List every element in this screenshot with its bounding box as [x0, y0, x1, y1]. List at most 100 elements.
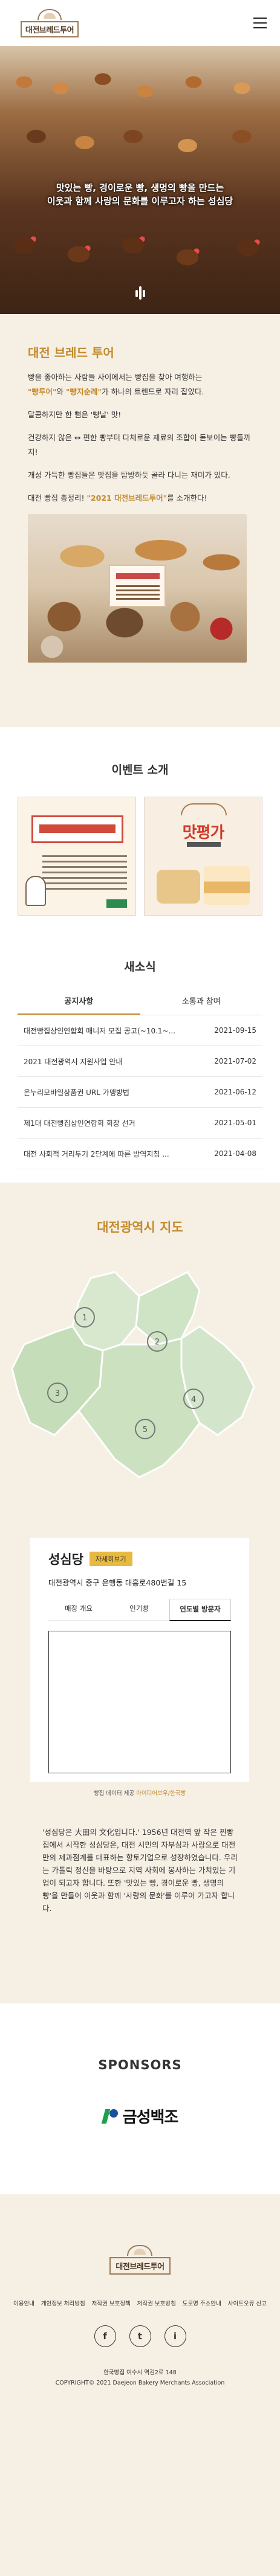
events-grid: 맛평가	[0, 797, 280, 916]
map-marker-label-3: 3	[55, 1389, 60, 1398]
intro-paragraph-4: 개성 가득한 빵집들은 맛집을 탐방하듯 골라 다니는 재미가 있다.	[28, 471, 230, 480]
intro-p1-rest: 가 하나의 트렌드로 자리 잡았다.	[102, 387, 204, 396]
news-title: 새소식	[124, 960, 156, 974]
footer-logo[interactable]: 대전브레드투어	[109, 2245, 171, 2275]
map-data-credit: 빵집 데이터 제공 아이디어보우/한국빵	[30, 1788, 249, 1797]
news-tabs: 공지사항 소통과 참여	[18, 989, 262, 1015]
sponsors-title: SPONSORS	[98, 2058, 182, 2072]
map-section: 대전광역시 지도 1 2 3 4 5 성심당 자세히보기 대전광역시 중구 은행…	[0, 1183, 280, 1826]
intro-p1-lead: 빵을 좋아하는 사람들 사이에서는 빵집을 찾아 여행하는	[28, 373, 203, 382]
tab-community[interactable]: 소통과 참여	[140, 989, 263, 1015]
map-credit-link[interactable]: 아이디어보우/한국빵	[136, 1790, 186, 1797]
hamburger-menu-icon[interactable]	[253, 18, 267, 28]
news-row[interactable]: 대전빵집상인연합회 매니저 모집 공고(~10.1~... 2021-09-15	[18, 1015, 262, 1046]
news-row[interactable]: 2021 대전광역시 지원사업 안내 2021-07-02	[18, 1046, 262, 1077]
intro-bread-photo	[28, 514, 247, 663]
tab-notices[interactable]: 공지사항	[18, 989, 140, 1015]
intro-highlight-bbangji: "빵지순례"	[66, 387, 102, 396]
event-1-banner	[31, 815, 123, 843]
intro-highlight-2021: "2021 대전브레드투어"	[86, 493, 168, 503]
instagram-icon[interactable]: i	[164, 2325, 186, 2347]
events-title: 이벤트 소개	[111, 763, 169, 777]
twitter-icon[interactable]: t	[129, 2325, 151, 2347]
intro-p5-lead: 대전 빵집 총정리!	[28, 493, 87, 503]
footer-links: 이용안내 개인정보 처리방침 저작권 보호정책 저작권 보호방침 도로명 주소안…	[0, 2299, 280, 2307]
intro-paragraph-3: 건강하지 않은 ↔ 편한 빵부터 다채로운 재료의 조합이 돋보이는 빵들까지!	[28, 433, 251, 457]
site-logo[interactable]: 대전브레드투어	[17, 8, 82, 37]
footer-link-privacy[interactable]: 개인정보 처리방침	[41, 2299, 85, 2307]
hamburger-line	[253, 22, 267, 24]
intro-paragraph-5: 대전 빵집 총정리! "2021 대전브레드투어"를 소개한다!	[28, 491, 252, 506]
logo-text: 대전브레드투어	[20, 21, 79, 37]
hamburger-line	[253, 27, 267, 28]
news-row-title: 2021 대전광역시 지원사업 안내	[24, 1057, 123, 1066]
news-row-title: 대전 사회적 거리두기 2단계에 따른 방역지침 ...	[24, 1149, 169, 1158]
footer-link-copyright-guideline[interactable]: 저작권 보호방침	[137, 2299, 176, 2307]
map-credit-lead: 빵집 데이터 제공	[93, 1790, 137, 1797]
site-header: 대전브레드투어	[0, 0, 280, 46]
tab-yearly-visitors[interactable]: 연도별 방문자	[169, 1599, 231, 1621]
event-card-1[interactable]	[18, 797, 136, 916]
intro-highlight-bbang-tour: "빵투어"	[28, 387, 57, 396]
news-row[interactable]: 대전 사회적 거리두기 2단계에 따른 방역지침 ... 2021-04-08	[18, 1139, 262, 1169]
news-row-date: 2021-05-01	[214, 1119, 256, 1127]
store-detail-button[interactable]: 자세히보기	[89, 1552, 132, 1566]
district-region-1[interactable]	[71, 1271, 140, 1352]
map-marker-label-5: 5	[143, 1425, 148, 1434]
hero-line-1: 맛있는 빵, 경이로운 빵, 생명의 빵을 만드는	[56, 182, 224, 193]
map-marker-label-2: 2	[155, 1338, 160, 1347]
news-row-date: 2021-09-15	[214, 1026, 256, 1035]
news-row-date: 2021-06-12	[214, 1088, 256, 1096]
chef-icon	[25, 876, 46, 906]
store-tabs: 매장 개요 인기빵 연도별 방문자	[48, 1599, 231, 1621]
footer-link-road-address[interactable]: 도로명 주소안내	[183, 2299, 221, 2307]
news-list: 대전빵집상인연합회 매니저 모집 공고(~10.1~... 2021-09-15…	[18, 1015, 262, 1169]
footer-logo-arch-icon	[127, 2245, 153, 2256]
tab-popular-bread[interactable]: 인기빵	[109, 1599, 169, 1621]
news-row[interactable]: 제1대 대전빵집상인연합회 회장 선거 2021-05-01	[18, 1108, 262, 1139]
news-section: 새소식 공지사항 소통과 참여 대전빵집상인연합회 매니저 모집 공고(~10.…	[0, 930, 280, 1183]
event-card-2[interactable]: 맛평가	[144, 797, 262, 916]
footer-link-copyright-policy[interactable]: 저작권 보호정책	[92, 2299, 131, 2307]
event-2-cake-image	[204, 866, 250, 905]
news-row[interactable]: 온누리모바일상품권 URL 가맹방법 2021-06-12	[18, 1077, 262, 1108]
news-row-date: 2021-04-08	[214, 1149, 256, 1158]
intro-p5-tail: 를 소개한다!	[167, 493, 207, 503]
site-footer: 대전브레드투어 이용안내 개인정보 처리방침 저작권 보호정책 저작권 보호방침…	[0, 2194, 280, 2576]
map-marker-label-1: 1	[82, 1314, 87, 1323]
footer-address: 한국빵집 여수시 역검2로 148	[103, 2369, 177, 2376]
store-info-card: 성심당 자세히보기 대전광역시 중구 은행동 대흥로480번길 15 매장 개요…	[30, 1538, 249, 1782]
sponsors-section: SPONSORS 금성백조	[0, 2003, 280, 2194]
news-row-title: 온누리모바일상품권 URL 가맹방법	[24, 1088, 129, 1097]
store-name: 성심당	[48, 1552, 83, 1567]
footer-link-report-error[interactable]: 사이트오류 신고	[228, 2299, 267, 2307]
hamburger-line	[253, 18, 267, 19]
event-2-title: 맛평가	[182, 824, 225, 842]
intro-photo-poster	[109, 565, 166, 607]
event-2-subtitle-bar	[187, 842, 221, 847]
store-chart-frame	[48, 1631, 231, 1773]
event-1-badge	[106, 899, 127, 908]
map-title: 대전광역시 지도	[97, 1220, 183, 1235]
daejeon-district-map: 1 2 3 4 5	[11, 1271, 255, 1479]
map-marker-label-4: 4	[191, 1395, 196, 1404]
sponsor-logo[interactable]: 금성백조	[0, 2105, 280, 2127]
intro-title: 대전 브레드 투어	[28, 345, 114, 360]
hero-tagline: 맛있는 빵, 경이로운 빵, 생명의 빵을 만드는 이웃과 함께 사랑의 문화를…	[0, 181, 280, 208]
logo-arch-icon	[37, 8, 62, 20]
store-header: 성심당 자세히보기	[48, 1550, 231, 1568]
news-row-title: 대전빵집상인연합회 매니저 모집 공고(~10.1~...	[24, 1026, 176, 1035]
footer-copyright: COPYRIGHT© 2021 Daejeon Bakery Merchants…	[55, 2380, 225, 2386]
hero-bakery-photo	[0, 46, 280, 314]
footer-link-usage[interactable]: 이용안내	[13, 2299, 34, 2307]
news-row-date: 2021-07-02	[214, 1057, 256, 1065]
tab-store-overview[interactable]: 매장 개요	[48, 1599, 109, 1621]
event-2-logo-arch	[181, 803, 227, 815]
sponsor-name: 금성백조	[122, 2109, 179, 2127]
store-description: '성심당은 大田의 文化입니다.' 1956년 대전역 앞 작은 찐빵집에서 시…	[42, 1828, 238, 1913]
page: 대전브레드투어 맛있는 빵, 경이로운 빵, 생명의 빵을 만드는 이웃과 함께…	[0, 0, 280, 2576]
intro-p1-mid: 와	[56, 387, 67, 396]
facebook-icon[interactable]: f	[94, 2325, 116, 2347]
footer-social-links: f t i	[0, 2325, 280, 2347]
sponsor-mark-icon	[102, 2108, 119, 2125]
